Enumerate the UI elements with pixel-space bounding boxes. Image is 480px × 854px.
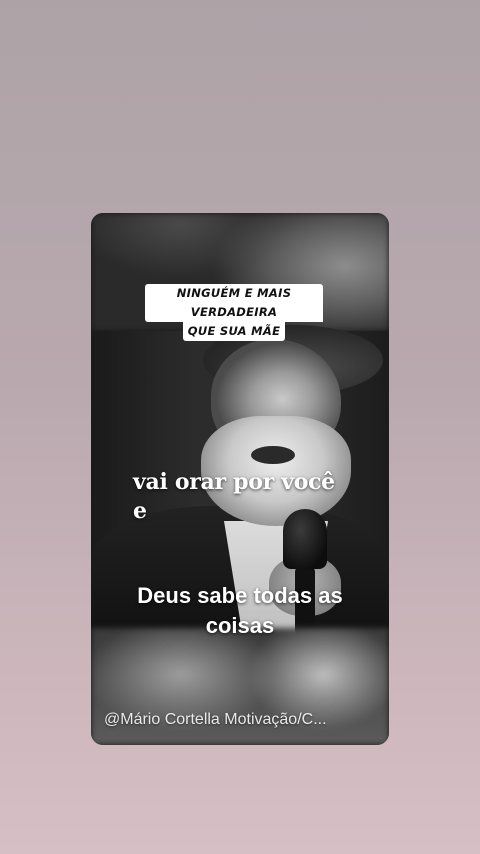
subtitle-secondary: Deus sabe todas as coisas <box>101 581 379 641</box>
caption-line-1: NINGUÉM E MAIS VERDADEIRA <box>145 284 323 322</box>
caption-sticker: NINGUÉM E MAIS VERDADEIRA QUE SUA MÃE <box>145 284 323 341</box>
subtitle-primary-line-1: vai orar por você <box>133 469 335 495</box>
subtitle-primary: vai orar por você e <box>133 468 363 526</box>
subtitle-secondary-line-1: Deus sabe todas as <box>137 583 343 608</box>
speaker-mouth <box>251 446 295 464</box>
story-video-card[interactable]: NINGUÉM E MAIS VERDADEIRA QUE SUA MÃE va… <box>91 213 389 745</box>
caption-line-2: QUE SUA MÃE <box>182 322 286 341</box>
channel-watermark: @Mário Cortella Motivação/C... <box>104 711 327 728</box>
subtitle-primary-line-2: e <box>133 498 147 524</box>
subtitle-secondary-line-2: coisas <box>205 613 275 638</box>
